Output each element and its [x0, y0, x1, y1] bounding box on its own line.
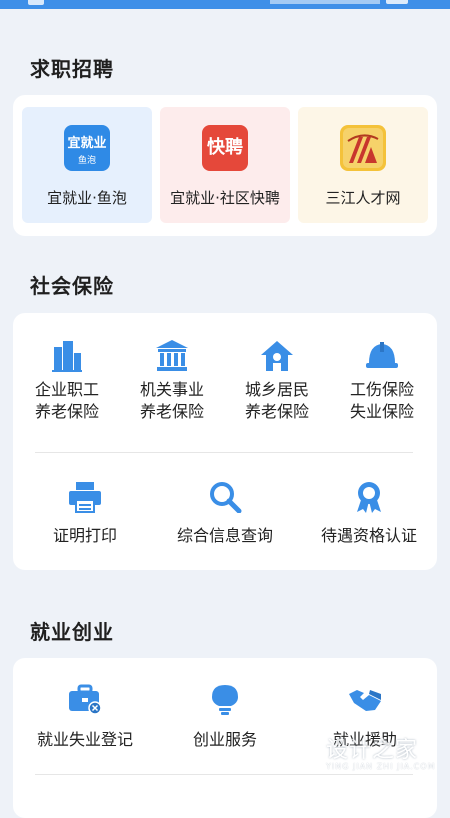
divider — [35, 452, 413, 453]
building-icon — [52, 341, 82, 372]
service-label-line1: 城乡居民 — [244, 380, 309, 399]
logo-subtext: 鱼泡 — [77, 156, 96, 166]
yijiuye-yupao-logo: 宜就业 鱼泡 — [64, 125, 110, 171]
printer-icon — [69, 482, 101, 513]
institution-icon — [156, 340, 188, 371]
status-battery-icon — [386, 0, 408, 4]
handshake-icon — [349, 690, 381, 711]
recruit-item-label: 三江人才网 — [325, 189, 401, 207]
recruit-item-label: 宜就业·社区快聘 — [170, 189, 280, 207]
house-icon — [261, 341, 293, 371]
service-label: 待遇资格认证 — [320, 526, 417, 545]
service-label-line2: 养老保险 — [139, 402, 204, 421]
service-info-query[interactable]: 综合信息查询 — [165, 481, 285, 547]
watermark-text: 设计之家 — [326, 738, 419, 763]
section-title-employment: 就业创业 — [30, 620, 114, 644]
service-resident-pension[interactable]: 城乡居民 养老保险 — [232, 339, 322, 423]
service-label-line2: 养老保险 — [244, 402, 309, 421]
service-institution-pension[interactable]: 机关事业 养老保险 — [127, 339, 217, 423]
search-icon — [210, 482, 242, 513]
service-label: 就业失业登记 — [36, 730, 133, 749]
service-label: 综合信息查询 — [176, 526, 273, 545]
kuaipin-logo: 快聘 — [202, 125, 248, 171]
service-injury-unemployment[interactable]: 工伤保险 失业保险 — [337, 339, 427, 423]
watermark-logo-icon — [281, 722, 319, 766]
service-entrepreneurship[interactable]: 创业服务 — [165, 684, 285, 751]
service-qualification-auth[interactable]: 待遇资格认证 — [309, 481, 429, 547]
sanjiang-logo — [340, 125, 386, 171]
status-bar — [0, 0, 450, 9]
watermark: 设计之家 YING JIAN ZHI JIA.COM — [280, 722, 440, 782]
insurance-card: 企业职工 养老保险 机关事业 养老保险 城乡居民 养老保险 工伤保险 失业保险 … — [13, 313, 437, 570]
recruit-card: 宜就业 鱼泡 宜就业·鱼泡 快聘 宜就业·社区快聘 三江人才网 — [13, 95, 437, 236]
service-label: 创业服务 — [192, 730, 257, 749]
recruit-item-sanjiang[interactable]: 三江人才网 — [298, 107, 428, 223]
recruit-item-kuaipin[interactable]: 快聘 宜就业·社区快聘 — [160, 107, 290, 223]
lightbulb-icon — [212, 685, 238, 715]
recruit-item-yupao[interactable]: 宜就业 鱼泡 宜就业·鱼泡 — [22, 107, 152, 223]
service-label-line1: 企业职工 — [34, 380, 99, 399]
briefcase-icon — [69, 684, 102, 715]
service-label-line1: 机关事业 — [139, 380, 204, 399]
watermark-subtext: YING JIAN ZHI JIA.COM — [326, 762, 436, 771]
service-label-line1: 工伤保险 — [349, 380, 414, 399]
logo-text: 宜就业 — [67, 136, 107, 151]
service-employment-registration[interactable]: 就业失业登记 — [25, 684, 145, 751]
recruit-item-label: 宜就业·鱼泡 — [47, 189, 127, 207]
service-label: 证明打印 — [52, 526, 117, 545]
service-label-line2: 养老保险 — [34, 402, 99, 421]
service-label-line2: 失业保险 — [349, 402, 414, 421]
helmet-icon — [366, 342, 398, 368]
status-time — [28, 0, 44, 5]
status-signal — [270, 0, 380, 8]
badge-icon — [357, 482, 381, 513]
section-title-recruit: 求职招聘 — [30, 57, 114, 81]
service-enterprise-pension[interactable]: 企业职工 养老保险 — [22, 339, 112, 423]
section-title-insurance: 社会保险 — [30, 274, 114, 298]
service-certificate-print[interactable]: 证明打印 — [30, 481, 140, 547]
